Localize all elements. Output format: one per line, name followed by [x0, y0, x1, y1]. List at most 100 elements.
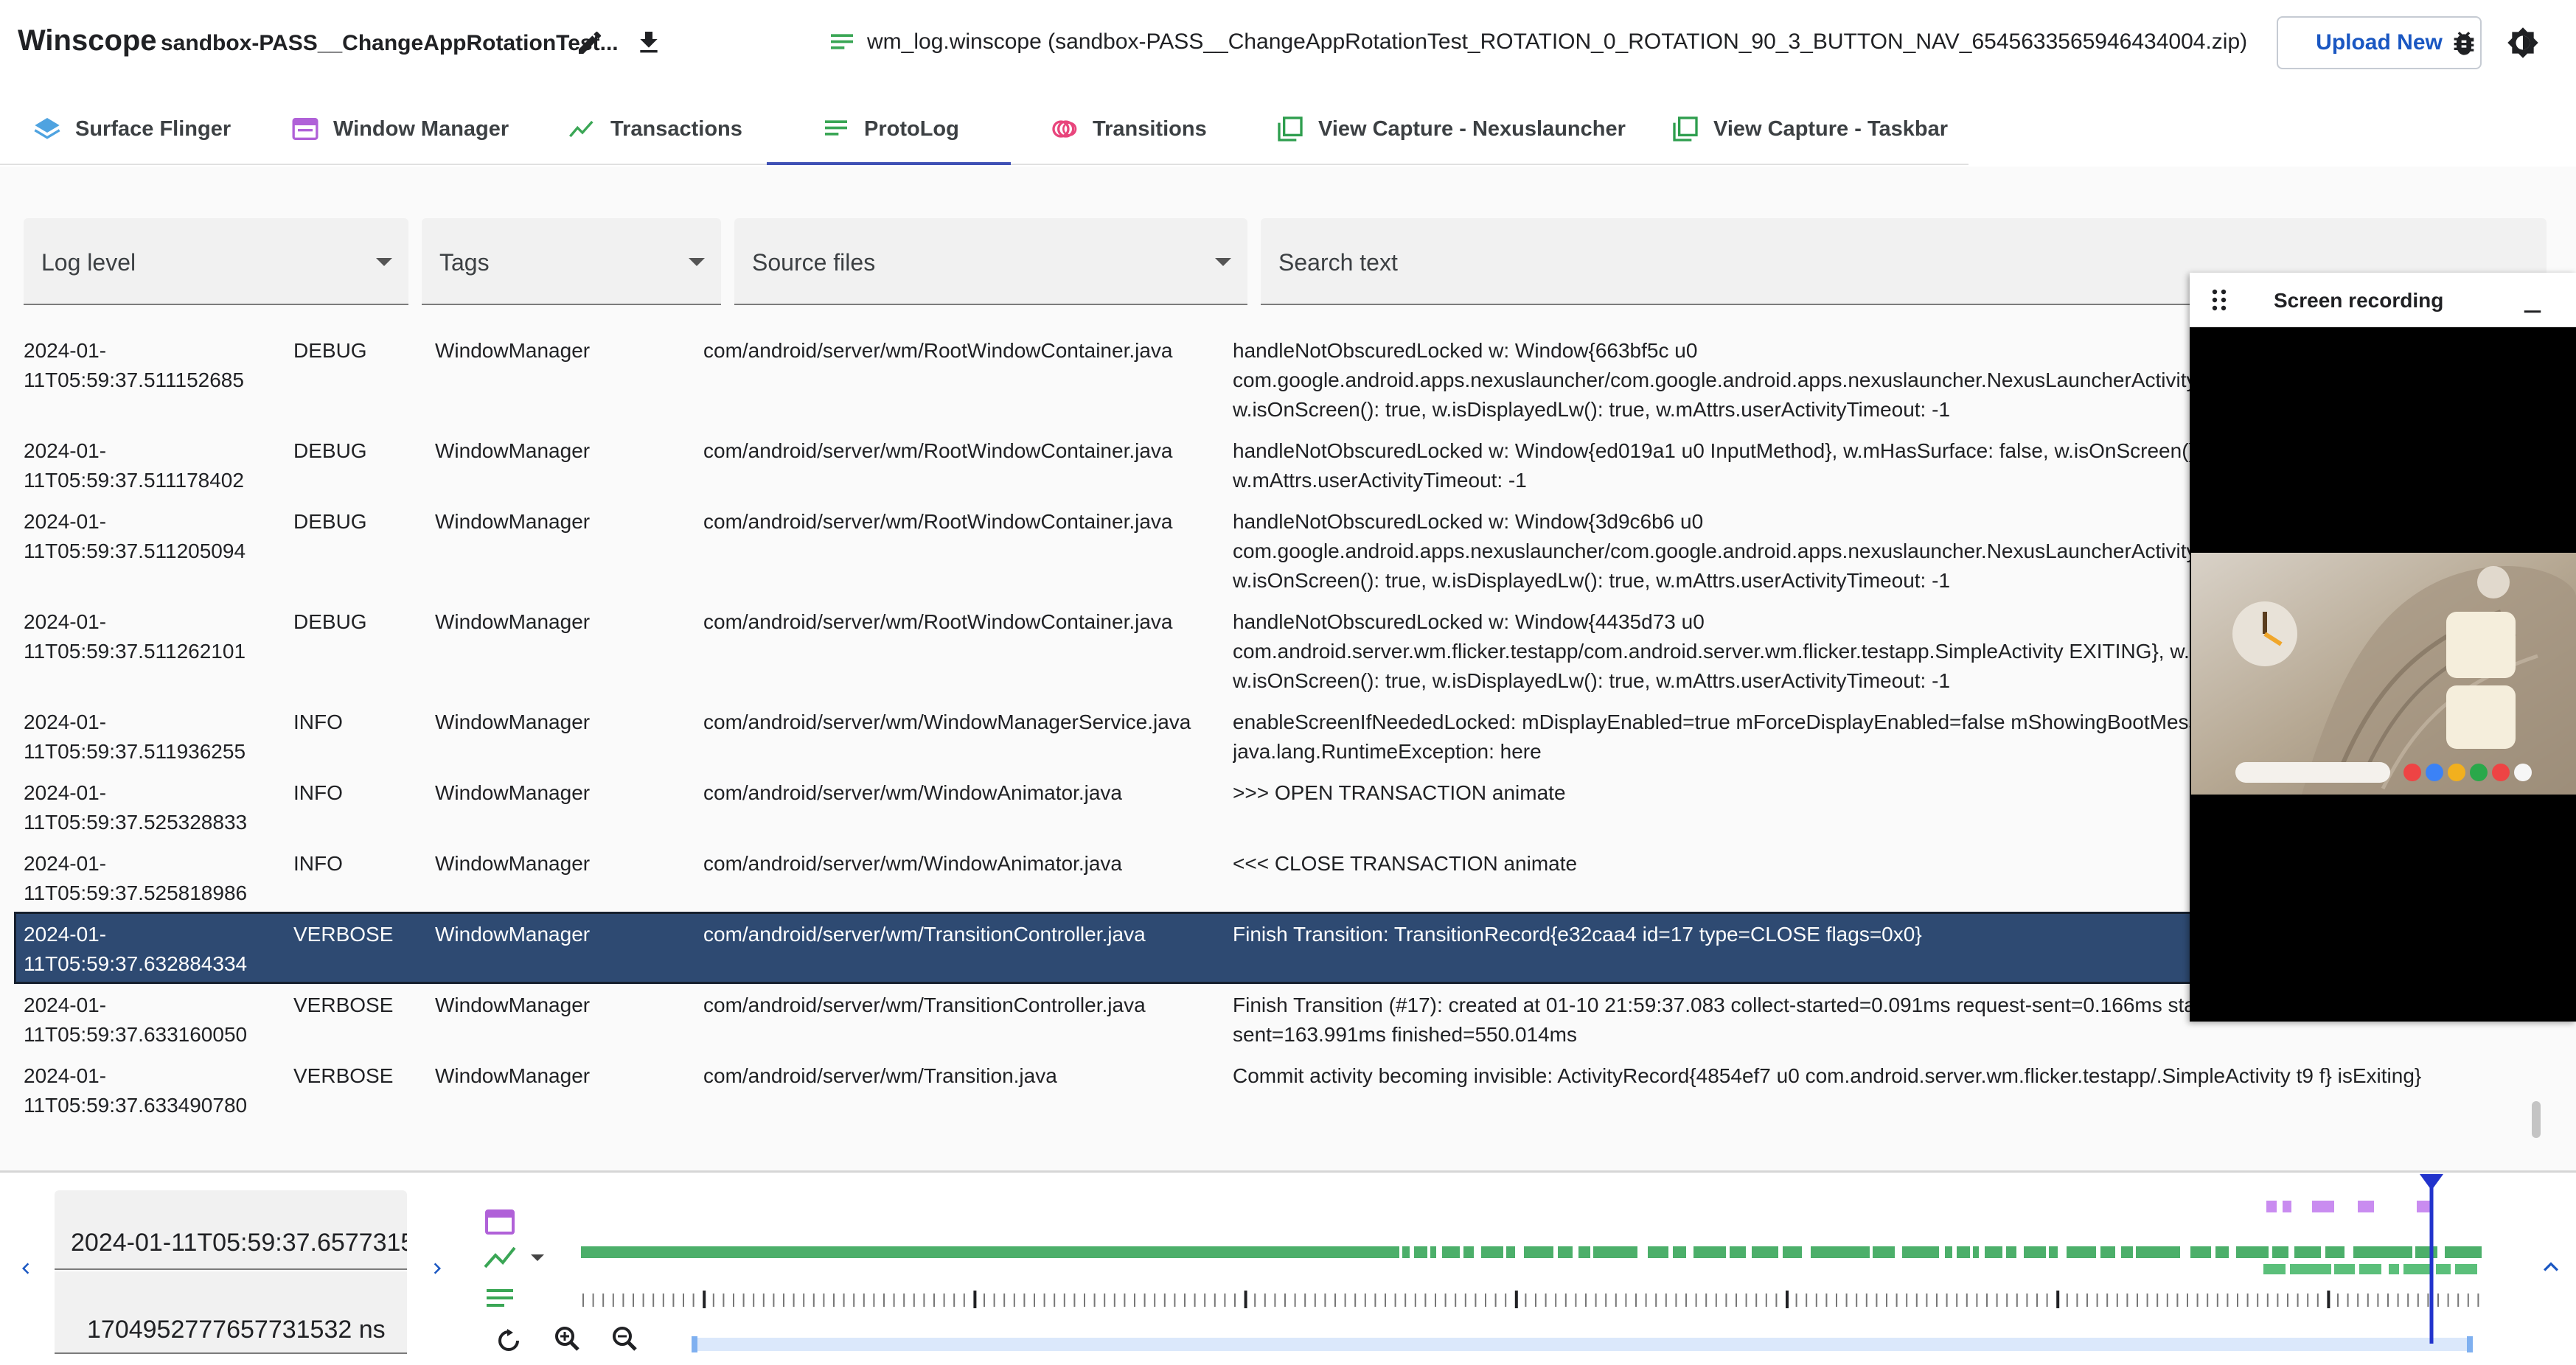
protolog-entry-tick[interactable]: [592, 1294, 594, 1307]
protolog-entry-tick[interactable]: [1815, 1294, 1817, 1307]
protolog-entry-tick[interactable]: [1505, 1294, 1507, 1307]
protolog-entry-tick[interactable]: [1143, 1294, 1146, 1307]
protolog-entry-tick[interactable]: [1946, 1294, 1948, 1307]
protolog-entry-tick[interactable]: [1555, 1294, 1557, 1307]
protolog-entry-tick[interactable]: [703, 1291, 706, 1308]
protolog-entry-tick[interactable]: [1915, 1294, 1918, 1307]
transaction-entry-alt[interactable]: [2436, 1264, 2451, 1274]
transaction-entry[interactable]: [2136, 1246, 2180, 1258]
protolog-entry-tick[interactable]: [933, 1294, 935, 1307]
refresh-icon[interactable]: [498, 1329, 519, 1351]
protolog-entry-tick[interactable]: [1926, 1294, 1928, 1307]
transaction-entry[interactable]: [1730, 1246, 1746, 1258]
protolog-entry-tick[interactable]: [2166, 1294, 2168, 1307]
range-slider-handle-right[interactable]: [2467, 1336, 2473, 1352]
timestamp-input[interactable]: 2024-01-11T05:59:37.657731532: [55, 1190, 407, 1270]
tags-select[interactable]: Tags: [422, 218, 721, 305]
protolog-entry-tick[interactable]: [1595, 1294, 1597, 1307]
protolog-entry-tick[interactable]: [1976, 1294, 1978, 1307]
protolog-entry-tick[interactable]: [1274, 1294, 1276, 1307]
transaction-entry[interactable]: [1673, 1246, 1686, 1258]
protolog-entry-tick[interactable]: [1023, 1294, 1026, 1307]
protolog-entry-tick[interactable]: [1936, 1294, 1938, 1307]
protolog-entry-tick[interactable]: [2447, 1294, 2449, 1307]
log-level-select[interactable]: Log level: [24, 218, 408, 305]
wm-entry[interactable]: [2312, 1201, 2334, 1212]
protolog-entry-tick[interactable]: [1354, 1294, 1357, 1307]
protolog-entry-tick[interactable]: [1084, 1294, 1085, 1307]
protolog-entry-tick[interactable]: [1163, 1294, 1166, 1307]
transaction-entry[interactable]: [1578, 1246, 1590, 1258]
protolog-entry-tick[interactable]: [2126, 1294, 2128, 1307]
transaction-entry-alt[interactable]: [2359, 1264, 2381, 1274]
protolog-entry-tick[interactable]: [1564, 1294, 1567, 1307]
protolog-entry-tick[interactable]: [683, 1294, 684, 1307]
protolog-entry-tick[interactable]: [833, 1294, 835, 1307]
zoom-in-icon[interactable]: [555, 1327, 579, 1351]
protolog-entry-tick[interactable]: [723, 1294, 725, 1307]
protolog-entry-tick[interactable]: [943, 1294, 945, 1307]
protolog-entry-tick[interactable]: [812, 1294, 815, 1307]
protolog-entry-tick[interactable]: [692, 1294, 695, 1307]
protolog-entry-tick[interactable]: [1655, 1294, 1657, 1307]
protolog-entry-tick[interactable]: [1093, 1294, 1096, 1307]
protolog-entry-tick[interactable]: [1514, 1291, 1518, 1308]
protolog-entry-tick[interactable]: [2257, 1294, 2259, 1307]
transaction-entry[interactable]: [1524, 1246, 1553, 1258]
protolog-entry-tick[interactable]: [2246, 1294, 2249, 1307]
transaction-entry[interactable]: [1414, 1246, 1427, 1258]
protolog-entry-tick[interactable]: [1304, 1294, 1306, 1307]
protolog-entry-tick[interactable]: [1054, 1294, 1056, 1307]
protolog-entry-tick[interactable]: [582, 1294, 584, 1307]
protolog-entry-tick[interactable]: [1986, 1294, 1988, 1307]
protolog-entry-tick[interactable]: [1675, 1294, 1677, 1307]
protolog-entry-tick[interactable]: [1956, 1294, 1958, 1307]
protolog-entry-tick[interactable]: [1575, 1294, 1577, 1307]
transaction-entry[interactable]: [2415, 1246, 2437, 1258]
protolog-entry-tick[interactable]: [2076, 1294, 2078, 1307]
protolog-entry-tick[interactable]: [1765, 1294, 1767, 1307]
transaction-entry[interactable]: [2325, 1246, 2344, 1258]
protolog-entry-tick[interactable]: [1886, 1294, 1887, 1307]
transaction-entry[interactable]: [1811, 1246, 1870, 1258]
protolog-entry-tick[interactable]: [1806, 1294, 1808, 1307]
protolog-entry-tick[interactable]: [1344, 1294, 1346, 1307]
tab-surface-flinger[interactable]: Surface Flinger: [31, 94, 231, 164]
protolog-entry-tick[interactable]: [2266, 1294, 2269, 1307]
protolog-entry-tick[interactable]: [1244, 1291, 1247, 1308]
protolog-entry-tick[interactable]: [1034, 1294, 1035, 1307]
protolog-entry-tick[interactable]: [1435, 1294, 1436, 1307]
protolog-entry-tick[interactable]: [2016, 1294, 2018, 1307]
transaction-entry[interactable]: [1693, 1246, 1726, 1258]
protolog-entry-tick[interactable]: [662, 1294, 664, 1307]
protolog-entry-tick[interactable]: [2116, 1294, 2118, 1307]
protolog-entry-tick[interactable]: [1795, 1294, 1797, 1307]
protolog-entry-tick[interactable]: [2006, 1294, 2008, 1307]
transaction-entry[interactable]: [1902, 1246, 1939, 1258]
protolog-entry-tick[interactable]: [1876, 1294, 1878, 1307]
tab-transactions[interactable]: Transactions: [566, 94, 742, 164]
transaction-entry[interactable]: [2121, 1246, 2133, 1258]
protolog-entry-tick[interactable]: [1485, 1294, 1486, 1307]
protolog-entry-tick[interactable]: [984, 1294, 985, 1307]
transaction-entry[interactable]: [1873, 1246, 1895, 1258]
transaction-entry[interactable]: [1430, 1246, 1436, 1258]
protolog-entry-tick[interactable]: [602, 1294, 605, 1307]
protolog-entry-tick[interactable]: [853, 1294, 855, 1307]
protolog-entry-tick[interactable]: [762, 1294, 765, 1307]
protolog-entry-tick[interactable]: [622, 1294, 624, 1307]
protolog-entry-tick[interactable]: [1154, 1294, 1156, 1307]
log-row[interactable]: 2024-01-11T05:59:37.633160050 VERBOSE Wind…: [16, 985, 2545, 1052]
protolog-entry-tick[interactable]: [1043, 1294, 1045, 1307]
log-row[interactable]: 2024-01-11T05:59:37.511152685 DEBUG Window…: [16, 330, 2545, 427]
protolog-entry-tick[interactable]: [2036, 1294, 2038, 1307]
protolog-entry-tick[interactable]: [2357, 1294, 2359, 1307]
tab-view-capture-taskbar[interactable]: View Capture - Taskbar: [1669, 94, 1948, 164]
protolog-entry-tick[interactable]: [993, 1294, 995, 1307]
protolog-entry-tick[interactable]: [863, 1294, 865, 1307]
transaction-entry[interactable]: [1593, 1246, 1637, 1258]
protolog-entry-tick[interactable]: [1896, 1294, 1898, 1307]
protolog-entry-tick[interactable]: [652, 1294, 655, 1307]
protolog-entry-tick[interactable]: [1224, 1294, 1226, 1307]
protolog-entry-tick[interactable]: [1725, 1294, 1727, 1307]
